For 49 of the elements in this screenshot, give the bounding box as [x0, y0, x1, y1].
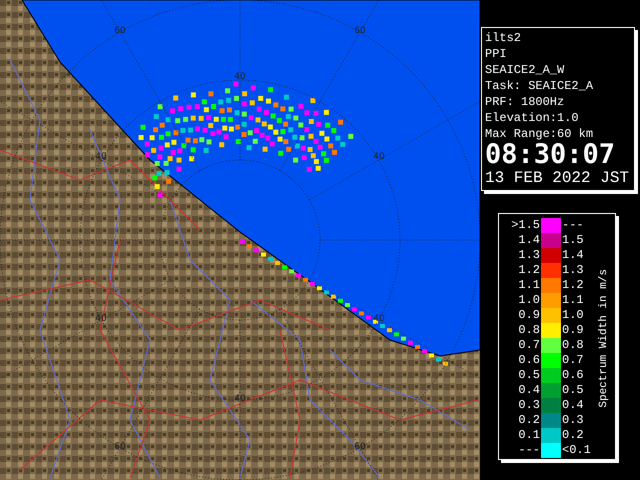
legend-label: 0.3 — [561, 413, 585, 428]
date-text: 13 FEB 2022 JST — [485, 168, 630, 188]
legend-label: --- — [561, 218, 585, 233]
legend-label: 0.2 — [517, 413, 541, 428]
legend-label: 0.8 — [517, 323, 541, 338]
legend-label: 0.4 — [561, 398, 585, 413]
range-label: 60 — [354, 26, 366, 36]
info-line: Max Range:60 km — [485, 126, 594, 142]
legend-label: 0.6 — [517, 353, 541, 368]
legend-label: 1.2 — [517, 263, 541, 278]
legend-label: 0.5 — [517, 368, 541, 383]
range-label: 60 — [114, 26, 126, 36]
legend-label: 0.6 — [561, 368, 585, 383]
legend-title: Spectrum Width in m/s — [596, 268, 611, 408]
legend-label: 0.1 — [517, 428, 541, 443]
legend-label: 1.0 — [561, 308, 585, 323]
info-line: SEAICE2_A_W — [485, 62, 566, 78]
legend-label: 0.9 — [517, 308, 541, 323]
info-line: PRF: 1800Hz — [485, 94, 566, 110]
range-label: 40 — [373, 314, 385, 324]
legend-label: 1.3 — [517, 248, 541, 263]
legend-label: 0.5 — [561, 383, 585, 398]
range-label: 40 — [234, 394, 246, 404]
legend-label: 0.8 — [561, 338, 585, 353]
legend-label: 1.3 — [561, 263, 585, 278]
range-label: 40 — [234, 72, 246, 82]
info-line: Task: SEAICE2_A — [485, 78, 594, 94]
range-label: 40 — [373, 152, 385, 162]
legend-label: 0.2 — [561, 428, 585, 443]
legend-label: --- — [517, 443, 541, 458]
legend-label: 1.1 — [561, 293, 585, 308]
legend-label: 0.7 — [561, 353, 585, 368]
legend-label: <0.1 — [561, 443, 592, 458]
legend-label: 0.3 — [517, 398, 541, 413]
legend-label: 0.4 — [517, 383, 541, 398]
range-label: 60 — [114, 442, 126, 452]
legend-label: 1.1 — [517, 278, 541, 293]
info-line: ilts2 — [485, 30, 522, 46]
info-line: PPI — [485, 46, 508, 62]
legend-label: 1.4 — [517, 233, 541, 248]
legend-label: 0.9 — [561, 323, 585, 338]
legend-label: 0.7 — [517, 338, 541, 353]
legend-label: 1.2 — [561, 278, 585, 293]
info-line: Elevation:1.0 — [485, 110, 580, 126]
legend-label: 1.0 — [517, 293, 541, 308]
time-text: 08:30:07 — [485, 142, 616, 168]
legend-label: 1.4 — [561, 248, 585, 263]
legend-label: >1.5 — [510, 218, 541, 233]
legend-label: 1.5 — [561, 233, 585, 248]
